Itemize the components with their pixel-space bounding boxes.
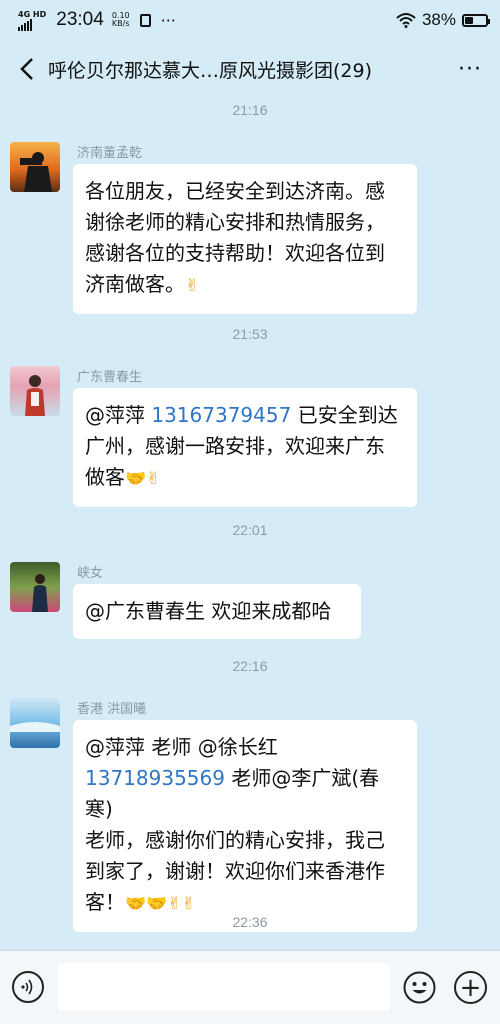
sender-name: 广东曹春生 (77, 370, 143, 385)
clock: 23:04 (56, 9, 104, 30)
message-line: 到家了，谢谢！欢迎你们来香港作 (85, 859, 385, 883)
status-bar: 4G HD 23:04 0.10 KB/s ··· 38% (0, 0, 500, 40)
network-indicator: 4G HD (18, 10, 46, 31)
sender-name: 香港 洪国曦 (77, 702, 147, 717)
emoji-icon (403, 971, 436, 1004)
message-line: @广东曹春生 欢迎来成都哈 (85, 599, 332, 623)
person-photo-icon (32, 574, 48, 612)
timestamp: 22:16 (232, 658, 268, 674)
wifi-icon (396, 13, 416, 28)
message-bubble[interactable]: 各位朋友，已经安全到达济南。感 谢徐老师的精心安排和热情服务， 感谢各位的支持帮… (73, 164, 417, 314)
timestamp: 21:53 (232, 326, 268, 342)
net-speed: 0.10 KB/s (112, 12, 130, 28)
clap-emoji-icon: ✌ (146, 469, 161, 489)
avatar[interactable] (10, 698, 60, 748)
phone-link[interactable]: 13718935569 (85, 766, 225, 790)
status-more-dots: ··· (160, 10, 176, 30)
voice-icon (21, 979, 33, 995)
chevron-left-icon (20, 58, 33, 80)
avatar[interactable] (10, 142, 60, 192)
more-options-button[interactable]: ··· (450, 57, 490, 82)
timestamp: 22:36 (232, 914, 268, 930)
landscape-photo-icon (10, 722, 60, 732)
message-bubble[interactable]: @萍萍 老师 @徐长红 13718935569 老师@李广斌(春寒) 老师，感谢… (73, 720, 417, 932)
person-photo-icon (25, 375, 45, 416)
back-button[interactable] (10, 49, 44, 89)
sender-name: 峡女 (77, 566, 104, 581)
phone-link[interactable]: 13167379457 (151, 403, 291, 427)
network-label: 4G HD (18, 9, 47, 19)
battery-percent: 38% (421, 10, 456, 29)
photographer-silhouette-icon (20, 152, 52, 192)
message-list[interactable]: 21:16 济南董孟乾 各位朋友，已经安全到达济南。感 谢徐老师的精心安排和热情… (0, 98, 500, 950)
status-right: 38% (396, 10, 490, 30)
plus-icon: + (459, 972, 482, 1003)
handshake-emoji-icon: 🤝 (125, 469, 147, 489)
message-line: 各位朋友，已经安全到达济南。感 (85, 179, 385, 203)
chat-title: 呼伦贝尔那达慕大…原风光摄影团(29) (48, 59, 373, 82)
message-line: 老师，感谢你们的精心安排，我己 (85, 828, 385, 852)
input-bar: + (0, 950, 500, 1024)
avatar[interactable] (10, 562, 60, 612)
plus-button[interactable]: + (454, 971, 487, 1004)
message-line: 客！ (85, 890, 125, 914)
status-left: 4G HD 23:04 0.10 KB/s ··· (18, 9, 176, 31)
message-line: 广州，感谢一路安排，欢迎来广东 (85, 434, 385, 458)
message-line: 做客 (85, 465, 125, 489)
message-line: @萍萍 老师 @徐长红 (85, 735, 278, 759)
timestamp: 22:01 (232, 522, 268, 538)
clap-emoji-icon: ✌ (185, 276, 200, 296)
avatar[interactable] (10, 366, 60, 416)
message-line: 感谢各位的支持帮助！欢迎各位到 (85, 241, 385, 265)
message-bubble[interactable]: @萍萍 13167379457 已安全到达 广州，感谢一路安排，欢迎来广东 做客… (73, 388, 417, 507)
signal-icon (18, 18, 46, 31)
battery-icon (462, 13, 490, 27)
message-line: 谢徐老师的精心安排和热情服务， (85, 210, 385, 234)
message-bubble[interactable]: @广东曹春生 欢迎来成都哈 (73, 584, 361, 639)
message-line: 济南做客。 (85, 272, 185, 296)
message-text: 已安全到达 (291, 403, 398, 427)
sender-name: 济南董孟乾 (77, 146, 143, 161)
timestamp: 21:16 (232, 102, 268, 118)
emoji-button[interactable] (403, 971, 436, 1004)
net-speed-unit: KB/s (111, 19, 130, 28)
sim-icon (139, 13, 151, 27)
mention[interactable]: @萍萍 (85, 403, 151, 427)
voice-button[interactable] (12, 971, 44, 1003)
message-input[interactable] (58, 963, 390, 1011)
chat-header: 呼伦贝尔那达慕大…原风光摄影团(29) ··· (0, 40, 500, 98)
